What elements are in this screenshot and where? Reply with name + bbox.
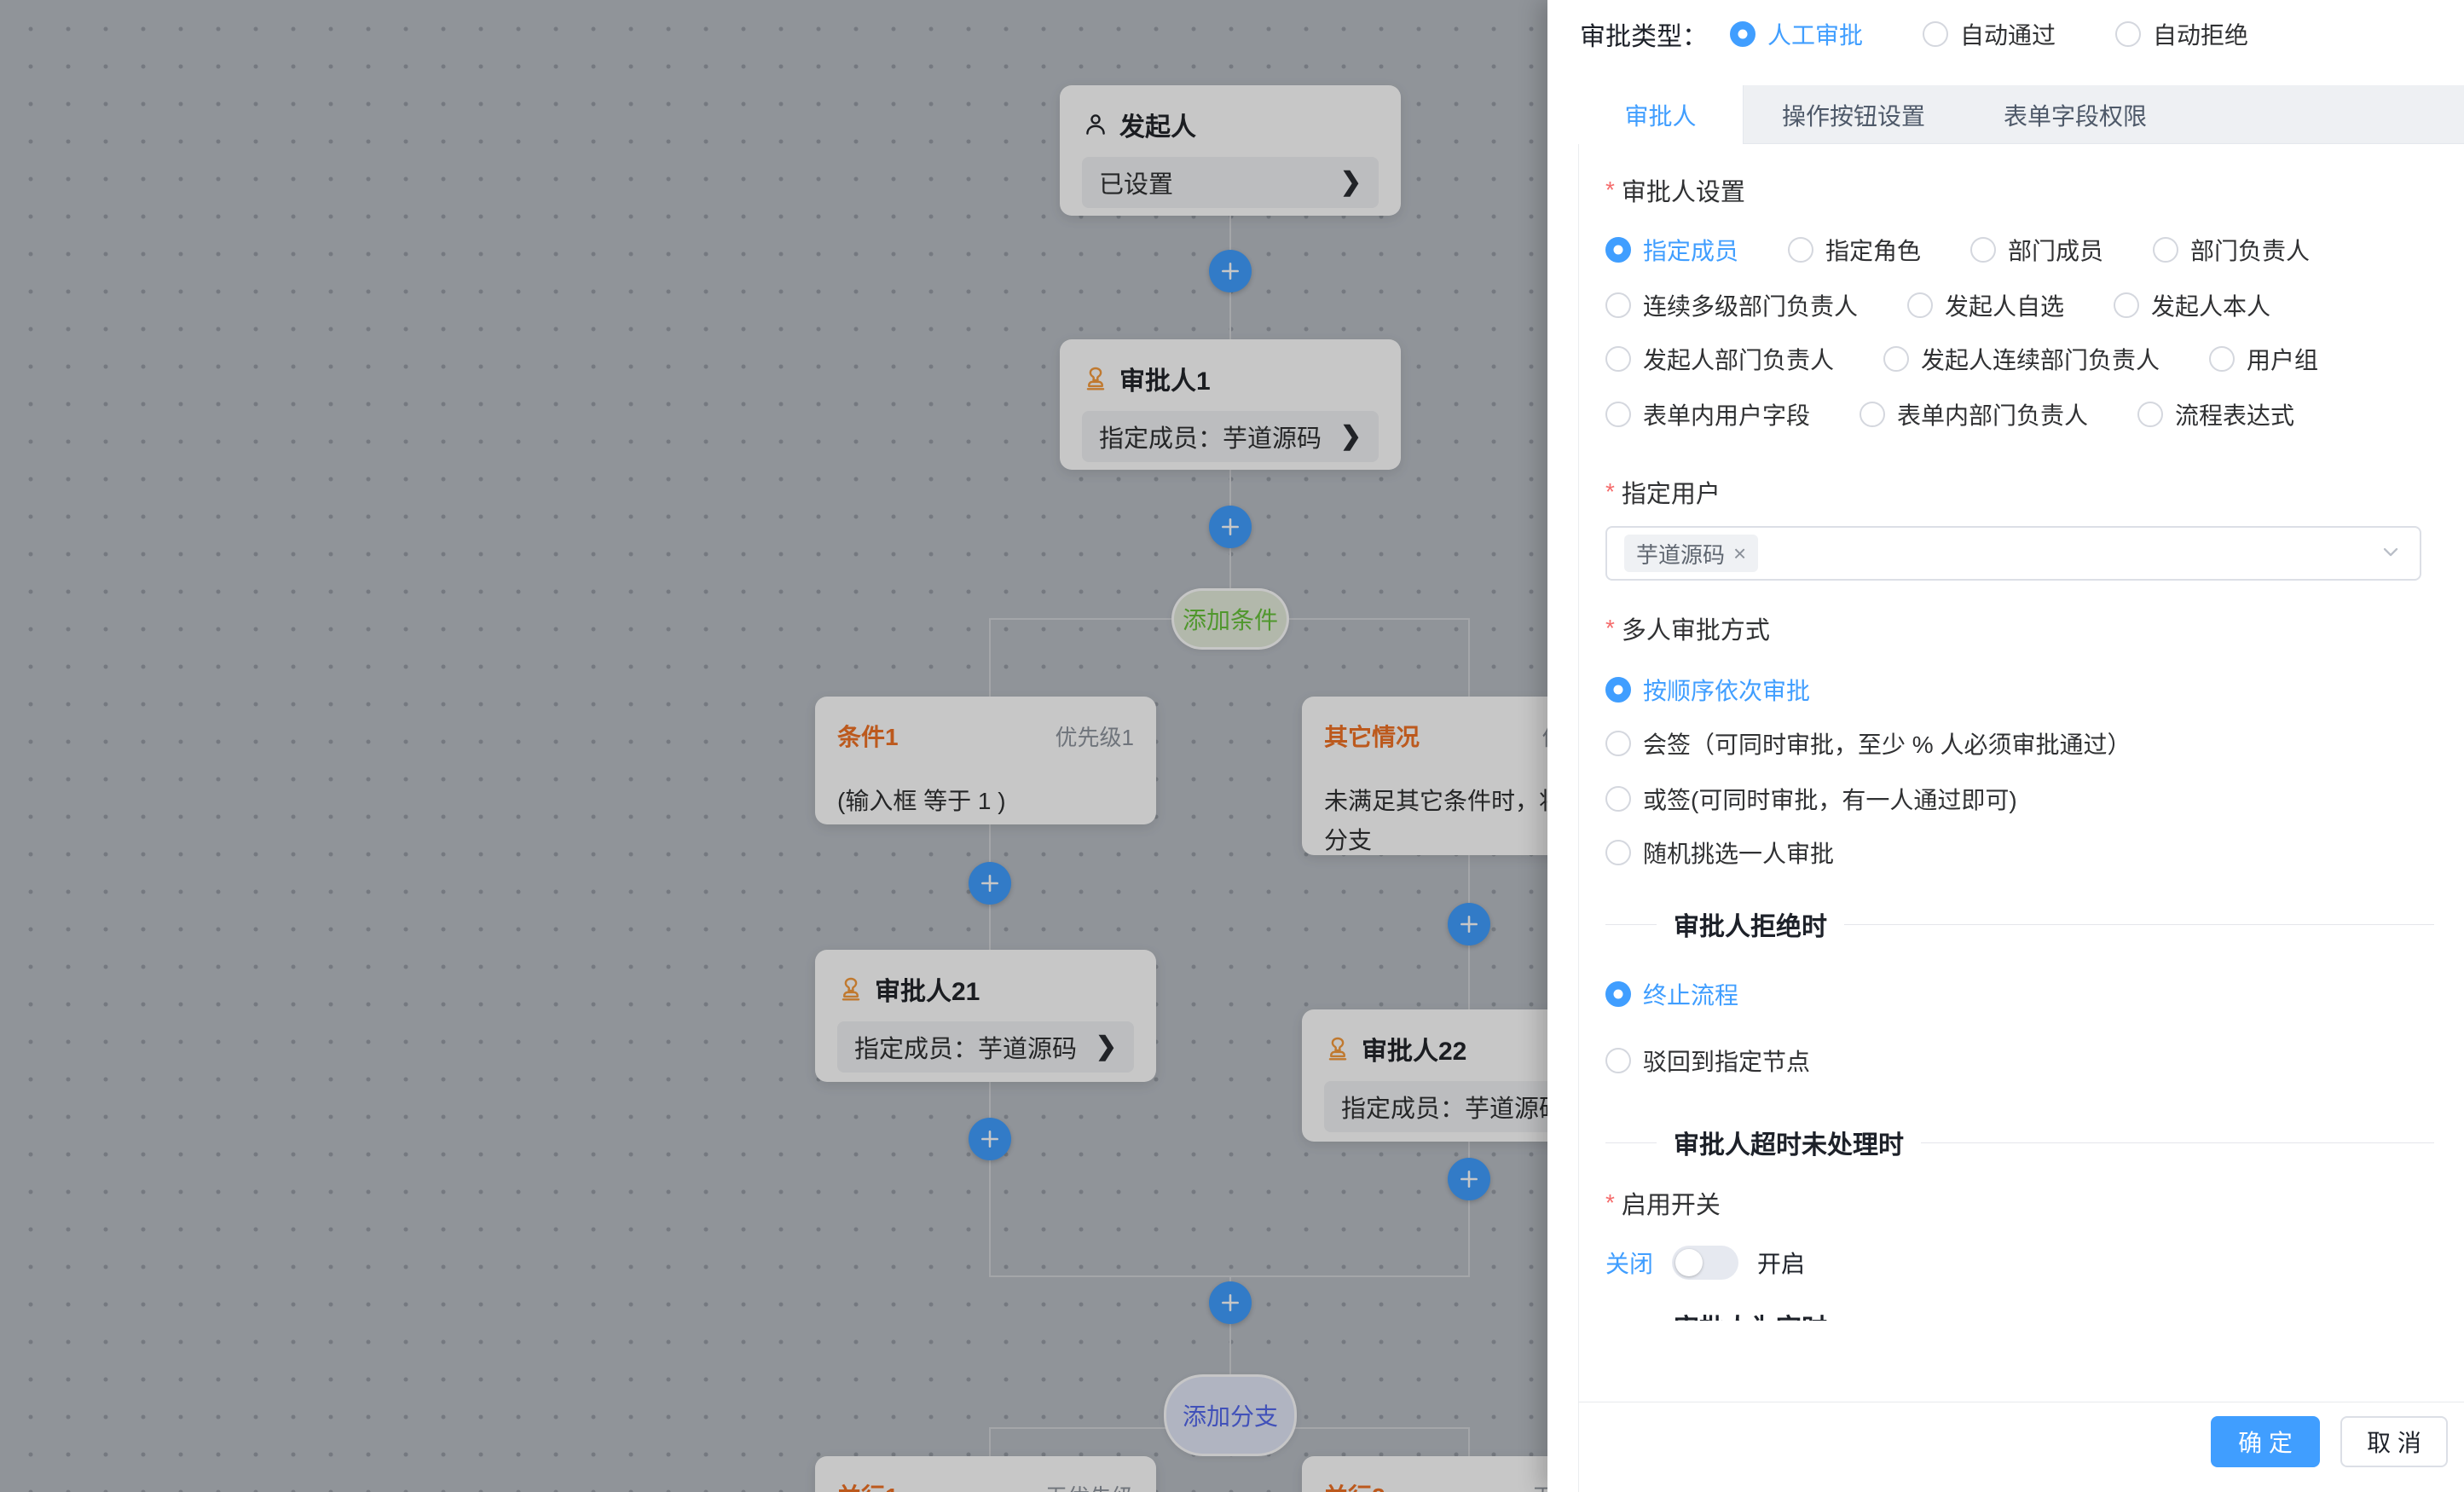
approval-config-drawer: 审批类型： 人工审批 自动通过 自动拒绝 审批人 操作按钮设置 表单字段权限 (1547, 0, 2464, 1492)
radio-dot (1923, 21, 1948, 47)
radio-form-dept-leader[interactable]: 表单内部门负责人 (1860, 397, 2088, 431)
radio-dept-leader[interactable]: 部门负责人 (2153, 233, 2310, 267)
radio-dept-member[interactable]: 部门成员 (1970, 233, 2103, 267)
radio-initiator-self[interactable]: 发起人本人 (2114, 288, 2270, 322)
approval-type-label: 审批类型： (1580, 15, 1708, 53)
toggle-knob (1675, 1249, 1703, 1276)
radio-auto-reject[interactable]: 自动拒绝 (2115, 17, 2248, 51)
radio-initiator-choose[interactable]: 发起人自选 (1907, 288, 2064, 322)
radio-terminate-process[interactable]: 终止流程 (1605, 977, 1738, 1011)
confirm-button[interactable]: 确 定 (2211, 1416, 2320, 1467)
radio-countersign[interactable]: 会签（可同时审批，至少 % 人必须审批通过） (1605, 726, 2131, 760)
radio-initiator-dept-leader[interactable]: 发起人部门负责人 (1605, 342, 1834, 376)
section-divider-reject: 审批人拒绝时 (1605, 907, 2434, 941)
reject-option: 驳回到指定节点 (1605, 1044, 1810, 1078)
radio-dot (1730, 21, 1755, 47)
drawer-scroll-area[interactable]: * 审批人设置 指定成员 指定角色 部门成员 部门负责人 连续多级部门负责人 发… (1547, 143, 2464, 1321)
tag-close-icon[interactable]: × (1733, 542, 1746, 564)
approval-type-row: 审批类型： 人工审批 自动通过 自动拒绝 (1580, 10, 2248, 58)
selected-user-tag[interactable]: 芋道源码 × (1624, 535, 1758, 572)
radio-sequential-approval[interactable]: 按顺序依次审批 (1605, 673, 1810, 707)
section-divider-empty: 审批人为空时 (1605, 1309, 2434, 1321)
switch-on-label: 开启 (1757, 1246, 1805, 1280)
radio-dot (2115, 21, 2141, 47)
cancel-button[interactable]: 取 消 (2340, 1416, 2448, 1467)
radio-manual-approval[interactable]: 人工审批 (1730, 17, 1863, 51)
radio-process-expression[interactable]: 流程表达式 (2137, 397, 2294, 431)
modal-dim-overlay (0, 0, 1547, 1492)
radio-assign-role[interactable]: 指定角色 (1788, 233, 1921, 267)
enable-switch-label: * 启用开关 (1605, 1186, 1721, 1220)
chevron-down-icon (2379, 540, 2403, 568)
multi-mode-label: * 多人审批方式 (1605, 611, 1770, 645)
radio-multi-level-dept-leader[interactable]: 连续多级部门负责人 (1605, 288, 1858, 322)
approver-option-row: 连续多级部门负责人 发起人自选 发起人本人 (1605, 288, 2270, 322)
tab-approver[interactable]: 审批人 (1578, 85, 1744, 144)
assign-user-label: * 指定用户 (1605, 475, 1721, 509)
switch-off-label: 关闭 (1605, 1246, 1653, 1280)
radio-form-user-field[interactable]: 表单内用户字段 (1605, 397, 1810, 431)
enable-switch-row: 关闭 开启 (1605, 1246, 1805, 1280)
approver-option-row: 指定成员 指定角色 部门成员 部门负责人 (1605, 233, 2310, 267)
config-tabs: 审批人 操作按钮设置 表单字段权限 (1578, 85, 2464, 144)
enable-toggle[interactable] (1672, 1246, 1738, 1280)
tab-action-buttons[interactable]: 操作按钮设置 (1744, 85, 1964, 144)
approver-option-row: 表单内用户字段 表单内部门负责人 流程表达式 (1605, 397, 2294, 431)
radio-initiator-multi-dept-leader[interactable]: 发起人连续部门负责人 (1883, 342, 2160, 376)
radio-auto-approve[interactable]: 自动通过 (1923, 17, 2056, 51)
radio-user-group[interactable]: 用户组 (2209, 342, 2318, 376)
radio-random-one[interactable]: 随机挑选一人审批 (1605, 836, 1834, 870)
multi-mode-option: 会签（可同时审批，至少 % 人必须审批通过） (1605, 726, 2131, 760)
bpm-designer-screen: 发起人 已设置 ❯ 审批人1 指定成员：芋道 (0, 0, 2464, 1492)
multi-mode-option: 按顺序依次审批 (1605, 673, 1810, 707)
approver-setting-label: * 审批人设置 (1605, 173, 1745, 207)
tab-form-permissions[interactable]: 表单字段权限 (1964, 85, 2187, 144)
multi-mode-option: 或签(可同时审批，有一人通过即可) (1605, 782, 2017, 816)
approver-option-row: 发起人部门负责人 发起人连续部门负责人 用户组 (1605, 342, 2318, 376)
radio-return-to-node[interactable]: 驳回到指定节点 (1605, 1044, 1810, 1078)
section-divider-timeout: 审批人超时未处理时 (1605, 1125, 2434, 1159)
assign-user-select[interactable]: 芋道源码 × (1605, 526, 2421, 581)
workflow-canvas: 发起人 已设置 ❯ 审批人1 指定成员：芋道 (0, 0, 1547, 1492)
radio-assign-member[interactable]: 指定成员 (1605, 233, 1738, 267)
multi-mode-option: 随机挑选一人审批 (1605, 836, 1834, 870)
radio-orsign[interactable]: 或签(可同时审批，有一人通过即可) (1605, 782, 2017, 816)
reject-option: 终止流程 (1605, 977, 1738, 1011)
